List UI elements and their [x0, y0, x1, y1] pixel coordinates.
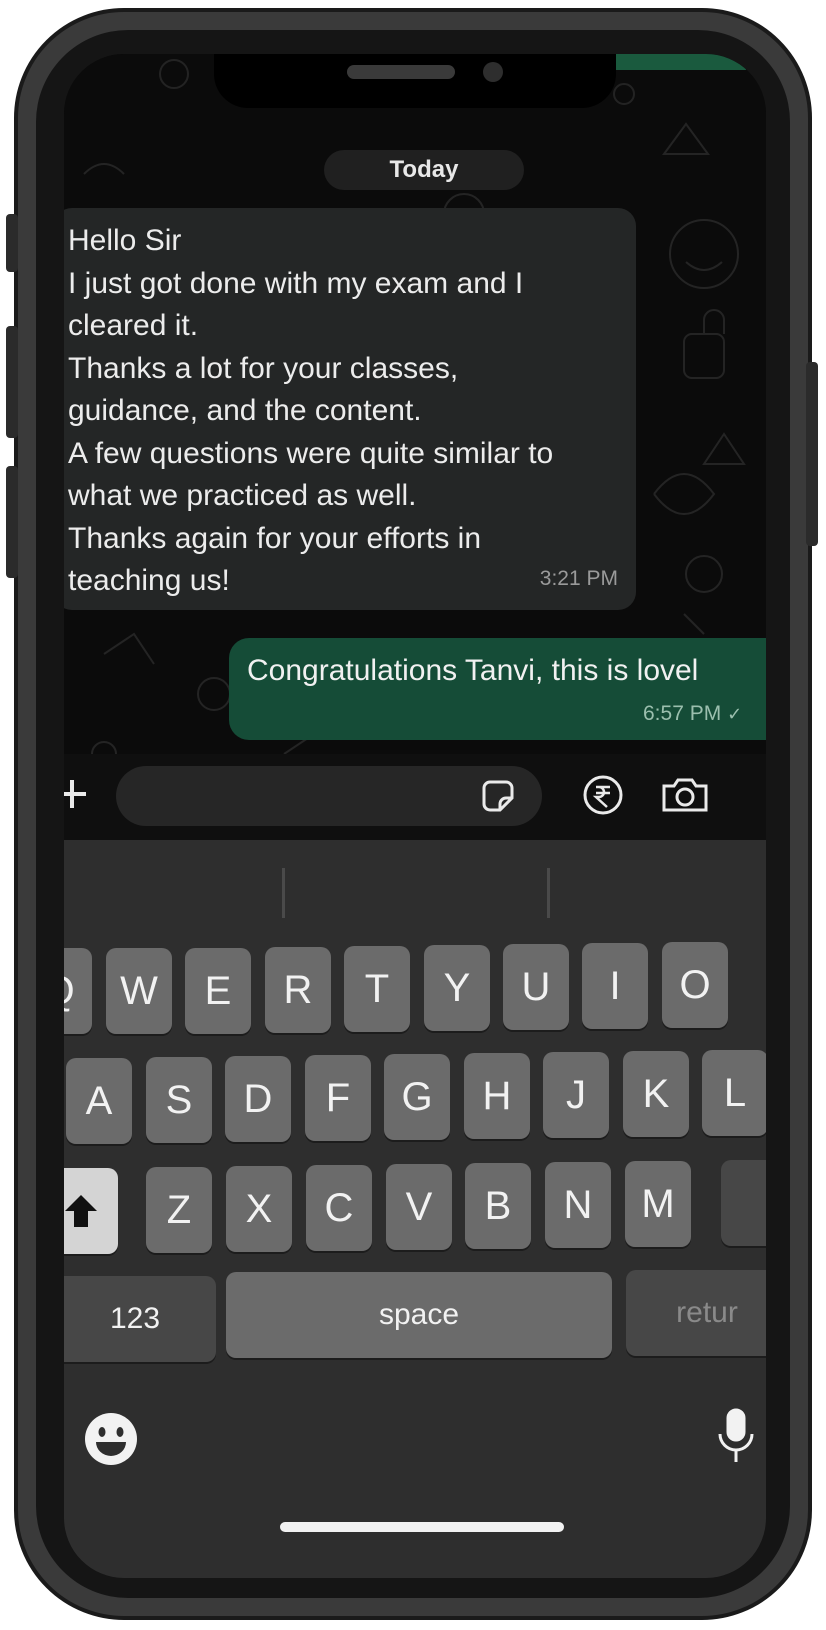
incoming-message[interactable]: Hello Sir I just got done with my exam a…: [64, 208, 636, 610]
key-d[interactable]: D: [225, 1056, 291, 1142]
key-j[interactable]: J: [543, 1052, 609, 1138]
rupee-icon[interactable]: [582, 774, 624, 816]
key-b[interactable]: B: [465, 1163, 531, 1249]
key-i[interactable]: I: [582, 943, 648, 1029]
key-v[interactable]: V: [386, 1164, 452, 1250]
message-line: what we practiced as well.: [68, 479, 417, 512]
message-composer: [64, 754, 766, 840]
volume-down-button: [6, 466, 18, 578]
key-z[interactable]: Z: [146, 1167, 212, 1253]
read-tick-icon: ✓: [727, 704, 743, 724]
key-o[interactable]: O: [662, 942, 728, 1028]
chat-area: Today Hello Sir I just got done with my …: [64, 54, 766, 782]
key-k[interactable]: K: [623, 1051, 689, 1137]
camera-icon[interactable]: [660, 774, 710, 816]
message-line: Hello Sir: [68, 224, 182, 257]
key-l[interactable]: L: [702, 1050, 766, 1136]
shift-icon: [65, 1195, 97, 1227]
message-line: A few questions were quite similar to: [68, 436, 554, 470]
key-t[interactable]: T: [344, 946, 410, 1032]
key-e[interactable]: E: [185, 948, 251, 1034]
key-n[interactable]: N: [545, 1162, 611, 1248]
key-x[interactable]: X: [226, 1166, 292, 1252]
delete-key[interactable]: [721, 1160, 766, 1246]
message-text: Congratulations Tanvi, this is lovel: [247, 654, 699, 687]
home-indicator[interactable]: [280, 1522, 564, 1532]
message-line: guidance, and the content.: [68, 394, 422, 427]
front-camera: [483, 62, 503, 82]
header-accent: [611, 54, 746, 70]
suggestion-divider: [282, 868, 285, 918]
speaker-grille: [347, 65, 455, 79]
key-q[interactable]: Q: [64, 948, 92, 1034]
message-line: Thanks a lot for your classes,: [68, 351, 459, 385]
mute-switch: [6, 214, 18, 272]
message-timestamp: 3:21 PM: [539, 566, 618, 590]
message-timestamp: 6:57 PM: [643, 702, 722, 725]
outgoing-message[interactable]: Congratulations Tanvi, this is lovel 6:5…: [229, 638, 766, 740]
key-f[interactable]: F: [305, 1055, 371, 1141]
sticker-icon[interactable]: [478, 776, 518, 816]
message-line: Thanks again for your efforts in: [68, 521, 481, 555]
key-s[interactable]: S: [146, 1057, 212, 1143]
return-key[interactable]: retur: [626, 1270, 766, 1356]
message-line: cleared it.: [68, 309, 199, 342]
key-w[interactable]: W: [106, 948, 172, 1034]
phone-screen: Today Hello Sir I just got done with my …: [64, 54, 766, 1578]
keyboard: Q W E R T Y U I O A S D F G H J K L Z X …: [64, 840, 766, 1578]
date-separator: Today: [324, 150, 524, 190]
space-key[interactable]: space: [226, 1272, 612, 1358]
key-y[interactable]: Y: [424, 945, 490, 1031]
key-g[interactable]: G: [384, 1054, 450, 1140]
microphone-icon[interactable]: [714, 1406, 754, 1470]
volume-up-button: [6, 326, 18, 438]
notch: [214, 54, 616, 108]
emoji-icon[interactable]: [82, 1410, 140, 1468]
power-button: [806, 362, 818, 546]
shift-key[interactable]: [64, 1168, 118, 1254]
key-u[interactable]: U: [503, 944, 569, 1030]
suggestion-divider: [547, 868, 550, 918]
key-m[interactable]: M: [625, 1161, 691, 1247]
message-line: I just got done with my exam and I: [68, 266, 524, 300]
key-h[interactable]: H: [464, 1053, 530, 1139]
numbers-key[interactable]: 123: [64, 1276, 216, 1362]
key-a[interactable]: A: [66, 1058, 132, 1144]
key-r[interactable]: R: [265, 947, 331, 1033]
plus-icon[interactable]: [64, 774, 98, 814]
message-timestamp-group: 6:57 PM ✓: [643, 702, 742, 726]
key-c[interactable]: C: [306, 1165, 372, 1251]
